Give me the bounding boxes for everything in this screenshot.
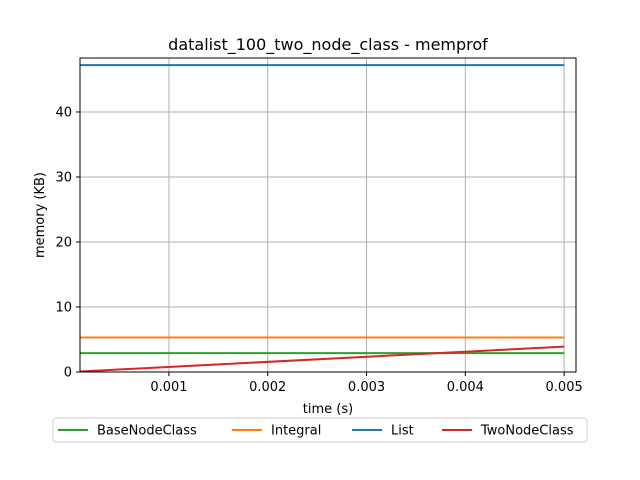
x-tick-label: 0.004 <box>447 380 484 395</box>
x-tick-label: 0.003 <box>348 380 385 395</box>
legend-label-list: List <box>391 424 414 439</box>
legend-label-integral: Integral <box>271 424 321 439</box>
x-tick-label: 0.001 <box>150 380 187 395</box>
legend: BaseNodeClass Integral List TwoNodeClass <box>52 417 588 443</box>
y-tick-label: 20 <box>55 235 72 250</box>
legend-label-basenodeclass: BaseNodeClass <box>97 424 197 439</box>
chart-title: datalist_100_two_node_class - memprof <box>168 35 488 55</box>
plot-frame <box>79 57 577 373</box>
y-axis-label: memory (KB) <box>33 172 48 258</box>
x-tick-label: 0.005 <box>546 380 583 395</box>
grid <box>80 58 576 373</box>
x-axis-ticks: 0.001 0.002 0.003 0.004 0.005 <box>150 372 583 395</box>
legend-label-twonodeclass: TwoNodeClass <box>480 424 574 439</box>
x-tick-label: 0.002 <box>249 380 286 395</box>
y-tick-label: 10 <box>55 300 72 315</box>
series-lines <box>79 64 565 373</box>
y-axis-ticks: 0 10 20 30 40 <box>55 105 80 381</box>
y-tick-label: 40 <box>55 105 72 120</box>
x-axis-label: time (s) <box>303 402 353 417</box>
y-tick-label: 30 <box>55 170 72 185</box>
series-line-twonodeclass <box>79 345 565 373</box>
chart: 0.001 0.002 0.003 0.004 0.005 0 10 20 30 40 data… <box>33 35 588 443</box>
y-tick-label: 0 <box>64 366 72 381</box>
